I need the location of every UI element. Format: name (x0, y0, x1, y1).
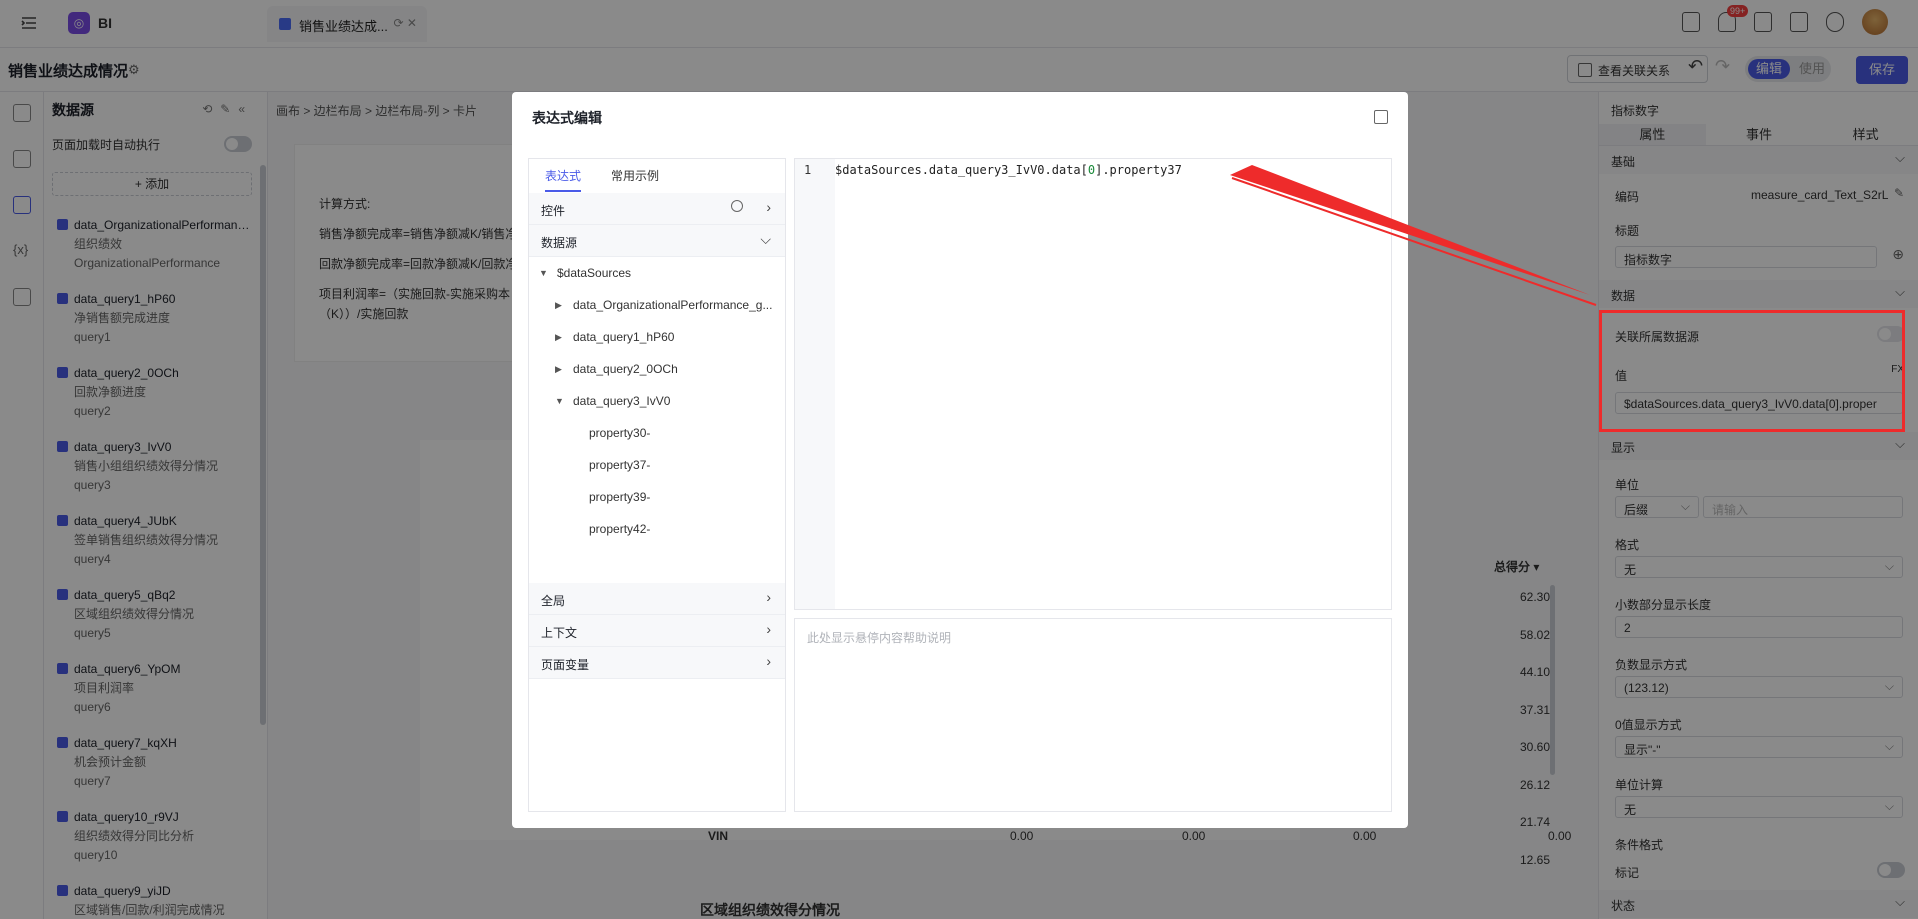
annotation-arrow (1230, 165, 1597, 306)
